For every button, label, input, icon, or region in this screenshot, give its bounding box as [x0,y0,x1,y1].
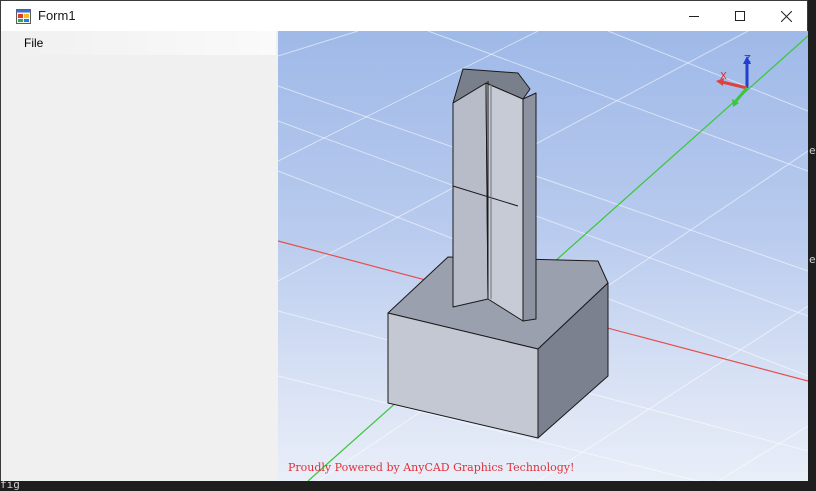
x-axis-label: X [720,71,727,82]
3d-scene[interactable]: X Z [278,31,808,481]
window-title: Form1 [38,8,76,23]
minimize-icon [689,16,699,17]
close-button[interactable] [763,1,809,31]
maximize-icon [735,11,745,21]
watermark-text: Proudly Powered by AnyCAD Graphics Techn… [288,461,575,474]
close-icon [781,11,792,22]
menu-bar: File [1,31,276,55]
main-window: Form1 File X Z Proudly Powered by AnyCAD… [0,0,808,481]
app-icon [16,9,31,24]
bg-fragment: e [809,144,816,157]
minimize-button[interactable] [671,1,717,31]
z-axis-label: Z [744,54,751,65]
menu-file[interactable]: File [17,34,50,52]
cad-model[interactable] [387,68,609,439]
bg-fragment: e [809,253,816,266]
column-right-face [522,92,537,322]
axis-triad: X Z [716,54,751,107]
side-panel: File [1,31,278,481]
3d-viewport[interactable]: X Z Proudly Powered by AnyCAD Graphics T… [278,31,808,481]
maximize-button[interactable] [717,1,763,31]
title-bar[interactable]: Form1 [1,1,807,31]
